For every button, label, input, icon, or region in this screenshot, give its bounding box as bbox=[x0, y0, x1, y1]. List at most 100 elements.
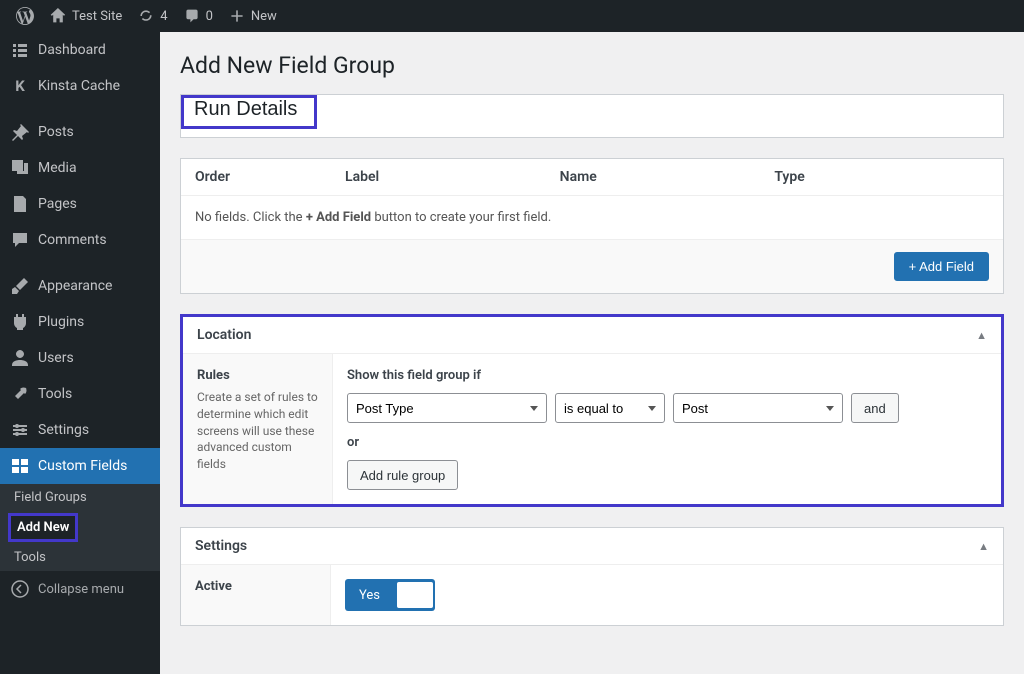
custom-fields-icon bbox=[10, 456, 30, 476]
rule-param-select[interactable]: Post Type bbox=[347, 393, 547, 423]
fields-table-header: Order Label Name Type bbox=[181, 159, 1003, 196]
settings-header[interactable]: Settings ▲ bbox=[181, 528, 1003, 565]
kinsta-icon: K bbox=[10, 76, 30, 96]
show-if-label: Show this field group if bbox=[347, 368, 987, 383]
toggle-icon[interactable]: ▲ bbox=[978, 540, 989, 553]
toggle-value: Yes bbox=[347, 588, 392, 603]
active-toggle[interactable]: Yes bbox=[345, 579, 435, 611]
group-title-input[interactable] bbox=[184, 98, 314, 121]
page-icon bbox=[10, 194, 30, 214]
update-icon bbox=[138, 8, 154, 24]
plus-icon bbox=[229, 8, 245, 24]
media-icon bbox=[10, 158, 30, 178]
submenu-tools[interactable]: Tools bbox=[0, 544, 160, 571]
menu-tools[interactable]: Tools bbox=[0, 376, 160, 412]
col-order: Order bbox=[195, 169, 345, 185]
settings-body: Active Yes bbox=[181, 565, 1003, 625]
updates-link[interactable]: 4 bbox=[130, 0, 175, 32]
location-header[interactable]: Location ▲ bbox=[183, 317, 1001, 354]
menu-label: Media bbox=[38, 160, 77, 176]
dashboard-icon bbox=[10, 40, 30, 60]
new-content-link[interactable]: New bbox=[221, 0, 285, 32]
wordpress-icon bbox=[16, 7, 34, 25]
menu-dashboard[interactable]: Dashboard bbox=[0, 32, 160, 68]
title-highlight-box bbox=[181, 95, 317, 129]
collapse-menu[interactable]: Collapse menu bbox=[0, 571, 160, 607]
main-content: Add New Field Group Order Label Name Typ… bbox=[160, 32, 1024, 674]
add-field-button[interactable]: + Add Field bbox=[894, 252, 989, 281]
settings-icon bbox=[10, 420, 30, 440]
toggle-icon[interactable]: ▲ bbox=[976, 329, 987, 342]
fields-table: Order Label Name Type No fields. Click t… bbox=[180, 158, 1004, 294]
menu-settings[interactable]: Settings bbox=[0, 412, 160, 448]
menu-comments[interactable]: Comments bbox=[0, 222, 160, 258]
and-button[interactable]: and bbox=[851, 393, 899, 423]
add-rule-group-button[interactable]: Add rule group bbox=[347, 460, 458, 490]
menu-label: Dashboard bbox=[38, 42, 106, 58]
col-type: Type bbox=[774, 169, 989, 185]
col-name: Name bbox=[560, 169, 775, 185]
rules-desc: Create a set of rules to determine which… bbox=[197, 389, 318, 473]
rule-operator-select[interactable]: is equal to bbox=[555, 393, 665, 423]
settings-heading: Settings bbox=[195, 538, 247, 554]
menu-label: Appearance bbox=[38, 278, 112, 294]
empty-suffix: button to create your first field. bbox=[371, 210, 551, 225]
site-name-link[interactable]: Test Site bbox=[42, 0, 130, 32]
new-label: New bbox=[251, 9, 277, 24]
location-input-col: Show this field group if Post Type is eq… bbox=[333, 354, 1001, 504]
fields-table-empty: No fields. Click the + Add Field button … bbox=[181, 196, 1003, 239]
menu-label: Pages bbox=[38, 196, 77, 212]
comments-count: 0 bbox=[206, 9, 213, 24]
menu-label: Tools bbox=[38, 386, 72, 402]
rule-value-select[interactable]: Post bbox=[673, 393, 843, 423]
title-input-row bbox=[180, 94, 1004, 138]
menu-label: Comments bbox=[38, 232, 107, 248]
location-label-col: Rules Create a set of rules to determine… bbox=[183, 354, 333, 504]
rules-label: Rules bbox=[197, 368, 318, 383]
comment-icon bbox=[184, 8, 200, 24]
menu-label: Users bbox=[38, 350, 74, 366]
wrench-icon bbox=[10, 384, 30, 404]
site-name-label: Test Site bbox=[72, 9, 122, 24]
custom-fields-submenu: Field Groups Add New Tools bbox=[0, 484, 160, 571]
settings-label-col: Active bbox=[181, 565, 331, 625]
collapse-icon bbox=[10, 579, 30, 599]
menu-plugins[interactable]: Plugins bbox=[0, 304, 160, 340]
plugin-icon bbox=[10, 312, 30, 332]
page-title: Add New Field Group bbox=[180, 52, 1004, 79]
comments-link[interactable]: 0 bbox=[176, 0, 221, 32]
location-heading: Location bbox=[197, 327, 251, 343]
location-postbox: Location ▲ Rules Create a set of rules t… bbox=[180, 314, 1004, 507]
pin-icon bbox=[10, 122, 30, 142]
collapse-label: Collapse menu bbox=[38, 582, 124, 597]
toggle-handle bbox=[397, 582, 433, 608]
menu-label: Custom Fields bbox=[38, 458, 127, 474]
empty-prefix: No fields. Click the bbox=[195, 210, 306, 225]
comment-icon bbox=[10, 230, 30, 250]
menu-kinsta[interactable]: K Kinsta Cache bbox=[0, 68, 160, 104]
menu-pages[interactable]: Pages bbox=[0, 186, 160, 222]
home-icon bbox=[50, 8, 66, 24]
empty-bold: + Add Field bbox=[306, 210, 371, 225]
admin-bar: Test Site 4 0 New bbox=[0, 0, 1024, 32]
submenu-field-groups[interactable]: Field Groups bbox=[0, 484, 160, 511]
menu-label: Settings bbox=[38, 422, 89, 438]
submenu-add-new[interactable]: Add New bbox=[8, 513, 78, 542]
menu-label: Kinsta Cache bbox=[38, 78, 120, 94]
menu-users[interactable]: Users bbox=[0, 340, 160, 376]
menu-appearance[interactable]: Appearance bbox=[0, 268, 160, 304]
admin-sidebar: Dashboard K Kinsta Cache Posts Media Pag… bbox=[0, 32, 160, 674]
menu-custom-fields[interactable]: Custom Fields bbox=[0, 448, 160, 484]
rule-row: Post Type is equal to Post and bbox=[347, 393, 987, 423]
fields-table-footer: + Add Field bbox=[181, 239, 1003, 293]
menu-posts[interactable]: Posts bbox=[0, 114, 160, 150]
or-text: or bbox=[347, 435, 987, 450]
location-body: Rules Create a set of rules to determine… bbox=[183, 354, 1001, 504]
col-label: Label bbox=[345, 169, 560, 185]
menu-label: Posts bbox=[38, 124, 74, 140]
active-label: Active bbox=[195, 579, 316, 594]
menu-media[interactable]: Media bbox=[0, 150, 160, 186]
updates-count: 4 bbox=[160, 9, 167, 24]
menu-label: Plugins bbox=[38, 314, 84, 330]
wp-logo[interactable] bbox=[8, 0, 42, 32]
